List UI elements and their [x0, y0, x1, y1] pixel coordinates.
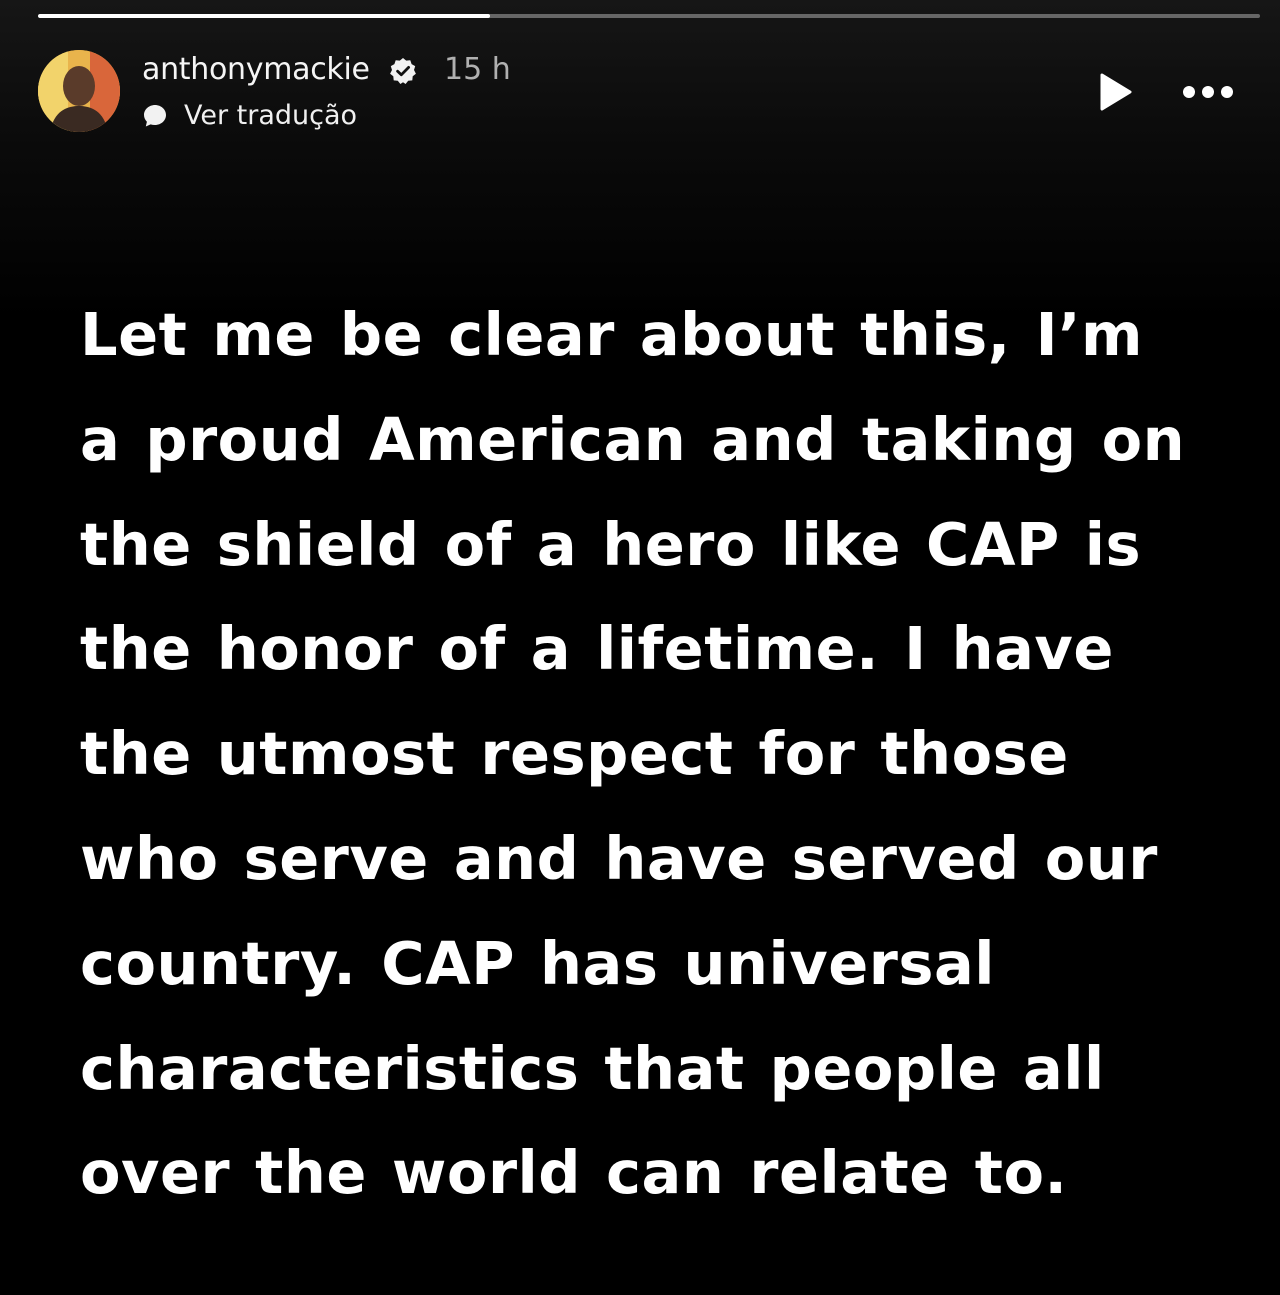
story-viewer: anthonymackie 15 h Ver tradução Let me b… — [0, 0, 1280, 1295]
story-text-line: who serve and have served our — [80, 823, 1158, 893]
more-icon[interactable] — [1180, 78, 1236, 106]
story-text-line: country. CAP has universal — [80, 928, 995, 998]
story-text-line: characteristics that people all — [80, 1033, 1105, 1103]
see-translation-button[interactable]: Ver tradução — [142, 100, 357, 131]
story-text-line: Let me be clear about this, I’m — [80, 300, 1144, 369]
story-text-line: over the world can relate to. — [80, 1138, 1068, 1208]
post-time: 15 h — [444, 52, 511, 87]
avatar-image — [38, 50, 120, 132]
verified-badge-icon — [390, 58, 416, 84]
story-text-line: the honor of a lifetime. I have — [80, 614, 1114, 684]
story-progress-fill — [38, 14, 491, 18]
avatar[interactable] — [38, 50, 120, 132]
story-text-line: the shield of a hero like CAP is — [80, 509, 1142, 579]
story-progress-bar — [38, 14, 1260, 18]
story-text-line: a proud American and taking on — [80, 404, 1186, 474]
see-translation-label: Ver tradução — [184, 100, 358, 131]
speech-bubble-icon — [144, 104, 166, 126]
play-icon[interactable] — [1094, 70, 1138, 114]
username[interactable]: anthonymackie — [142, 52, 370, 87]
story-text: Let me be clear about this, I’m a proud … — [80, 283, 1230, 1226]
story-text-line: the utmost respect for those — [80, 719, 1069, 789]
